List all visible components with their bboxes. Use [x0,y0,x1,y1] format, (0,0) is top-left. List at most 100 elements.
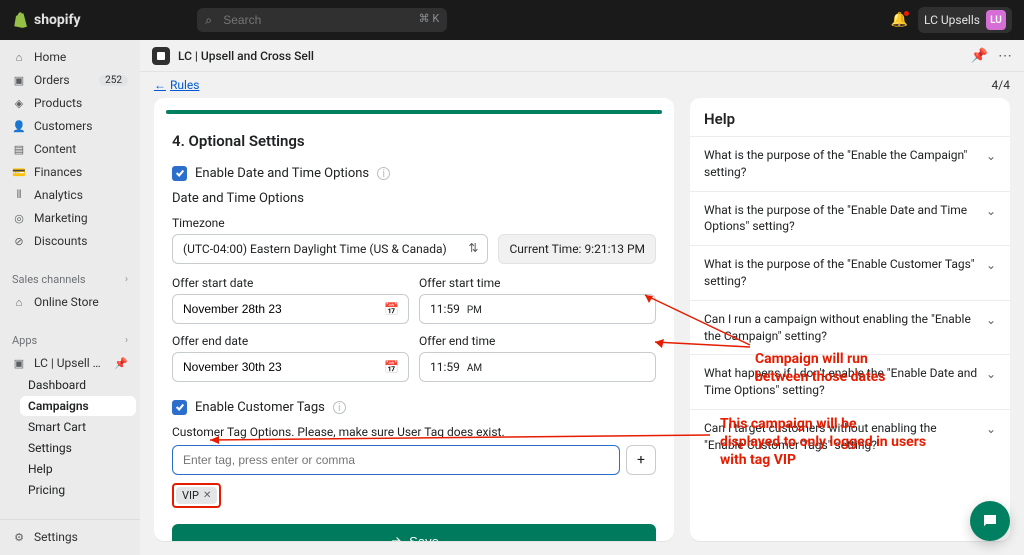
calendar-icon[interactable]: 📅 [384,302,399,316]
faq-item[interactable]: What is the purpose of the "Enable Custo… [690,245,1010,300]
enable-tags-row[interactable]: Enable Customer Tags i [172,400,656,415]
sidebar-sub-pricing[interactable]: Pricing [20,480,136,500]
info-icon[interactable]: i [333,401,346,414]
chevron-down-icon: ⌄ [986,367,996,381]
start-time-label: Offer start time [419,276,656,290]
chevron-right-icon[interactable]: › [125,335,128,346]
end-time-input[interactable]: 11:59 AM [419,352,656,382]
search-wrap: ⌕ ⌘ K [197,8,447,32]
sidebar-item-home[interactable]: ⌂Home [4,46,136,68]
chevron-down-icon: ⌄ [986,204,996,218]
enable-tags-label: Enable Customer Tags [195,400,325,415]
select-chevron-icon: ⇅ [468,241,478,255]
save-button[interactable]: Save [172,524,656,541]
info-icon[interactable]: i [377,167,390,180]
shopify-icon [12,11,30,29]
enable-datetime-row[interactable]: Enable Date and Time Options i [172,166,656,181]
tag-input[interactable] [172,445,620,475]
pin-icon[interactable]: 📌 [114,357,128,370]
end-date-label: Offer end date [172,334,409,348]
enable-datetime-label: Enable Date and Time Options [195,166,369,181]
nav-icon: ⌂ [12,296,26,309]
current-time-display: Current Time: 9:21:13 PM [498,234,656,264]
calendar-icon[interactable]: 📅 [384,360,399,374]
end-date-input[interactable] [172,352,409,382]
annotation-text-1: Campaign will run between those dates [755,350,885,386]
sidebar: ⌂Home▣Orders252◈Products👤Customers▤Conte… [0,40,140,555]
start-time-input[interactable]: 11:59 PM [419,294,656,324]
sidebar-item-analytics[interactable]: ⫴Analytics [4,184,136,206]
search-icon: ⌕ [205,13,212,28]
sidebar-sub-campaigns[interactable]: Campaigns [20,396,136,416]
pin-icon[interactable]: 📌 [971,48,988,64]
save-icon [389,534,403,541]
nav-icon: ▣ [12,74,26,87]
annotation-highlight: VIP✕ [172,483,221,508]
arrow-left-icon: ← [154,78,166,92]
chat-icon [981,512,999,530]
chat-button[interactable] [970,501,1010,541]
nav-icon: ◈ [12,97,26,110]
avatar: LU [986,10,1006,30]
nav-icon: 💳 [12,166,26,179]
chevron-down-icon: ⌄ [986,313,996,327]
chevron-right-icon[interactable]: › [125,274,128,285]
sidebar-item-finances[interactable]: 💳Finances [4,161,136,183]
sidebar-item-marketing[interactable]: ◎Marketing [4,207,136,229]
account-menu[interactable]: LC Upsells LU [918,7,1012,33]
sidebar-item-discounts[interactable]: ⊘Discounts [4,230,136,252]
app-icon [152,47,170,65]
sidebar-sub-smart-cart[interactable]: Smart Cart [20,417,136,437]
sidebar-item-customers[interactable]: 👤Customers [4,115,136,137]
add-tag-button[interactable]: + [626,445,656,475]
sidebar-section-channels: Sales channels› [4,265,136,290]
sidebar-item-content[interactable]: ▤Content [4,138,136,160]
topbar: shopify ⌕ ⌘ K 🔔 LC Upsells LU [0,0,1024,40]
notifications-button[interactable]: 🔔 [891,12,908,28]
step-indicator: 4/4 [992,78,1010,92]
breadcrumb-rules[interactable]: ←Rules [154,78,199,92]
faq-item[interactable]: What is the purpose of the "Enable Date … [690,191,1010,246]
search-input[interactable] [197,8,447,32]
start-date-label: Offer start date [172,276,409,290]
sidebar-item-products[interactable]: ◈Products [4,92,136,114]
sidebar-item-settings[interactable]: ⚙Settings [4,526,136,548]
tags-hint: Customer Tag Options. Please, make sure … [172,425,656,439]
sidebar-item-app[interactable]: ▣LC | Upsell and Cross ...📌 [4,352,136,374]
sidebar-item-orders[interactable]: ▣Orders252 [4,69,136,91]
checkbox-checked-icon[interactable] [172,400,187,415]
remove-tag-icon[interactable]: ✕ [203,490,211,501]
section-heading: 4. Optional Settings [172,132,656,150]
gear-icon: ⚙ [12,531,26,544]
page-title: LC | Upsell and Cross Sell [178,49,314,63]
account-name: LC Upsells [924,13,980,27]
nav-icon: ▣ [12,357,26,370]
nav-icon: ▤ [12,143,26,156]
timezone-select[interactable]: (UTC-04:00) Eastern Daylight Time (US & … [172,234,488,264]
chevron-down-icon: ⌄ [986,258,996,272]
page-header: LC | Upsell and Cross Sell 📌 ⋯ [140,40,1024,72]
logo: shopify [12,11,81,29]
timezone-label: Timezone [172,216,656,230]
checkbox-checked-icon[interactable] [172,166,187,181]
main: LC | Upsell and Cross Sell 📌 ⋯ ←Rules 4/… [140,40,1024,555]
nav-icon: ⌂ [12,51,26,64]
tag-chip-vip: VIP✕ [176,487,217,504]
nav-icon: ⫴ [12,188,26,202]
sidebar-sub-dashboard[interactable]: Dashboard [20,375,136,395]
faq-item[interactable]: What is the purpose of the "Enable the C… [690,136,1010,191]
sidebar-sub-help[interactable]: Help [20,459,136,479]
sidebar-sub-settings[interactable]: Settings [20,438,136,458]
faq-item[interactable]: Can I run a campaign without enabling th… [690,300,1010,355]
help-card: Help What is the purpose of the "Enable … [690,98,1010,541]
sidebar-item-online-store[interactable]: ⌂Online Store [4,291,136,313]
chevron-down-icon: ⌄ [986,422,996,436]
end-time-label: Offer end time [419,334,656,348]
start-date-input[interactable] [172,294,409,324]
logo-text: shopify [34,12,81,28]
more-icon[interactable]: ⋯ [998,48,1012,64]
sidebar-section-apps: Apps› [4,326,136,351]
nav-icon: ◎ [12,212,26,225]
chevron-down-icon: ⌄ [986,149,996,163]
settings-card: 4. Optional Settings Enable Date and Tim… [154,98,674,541]
